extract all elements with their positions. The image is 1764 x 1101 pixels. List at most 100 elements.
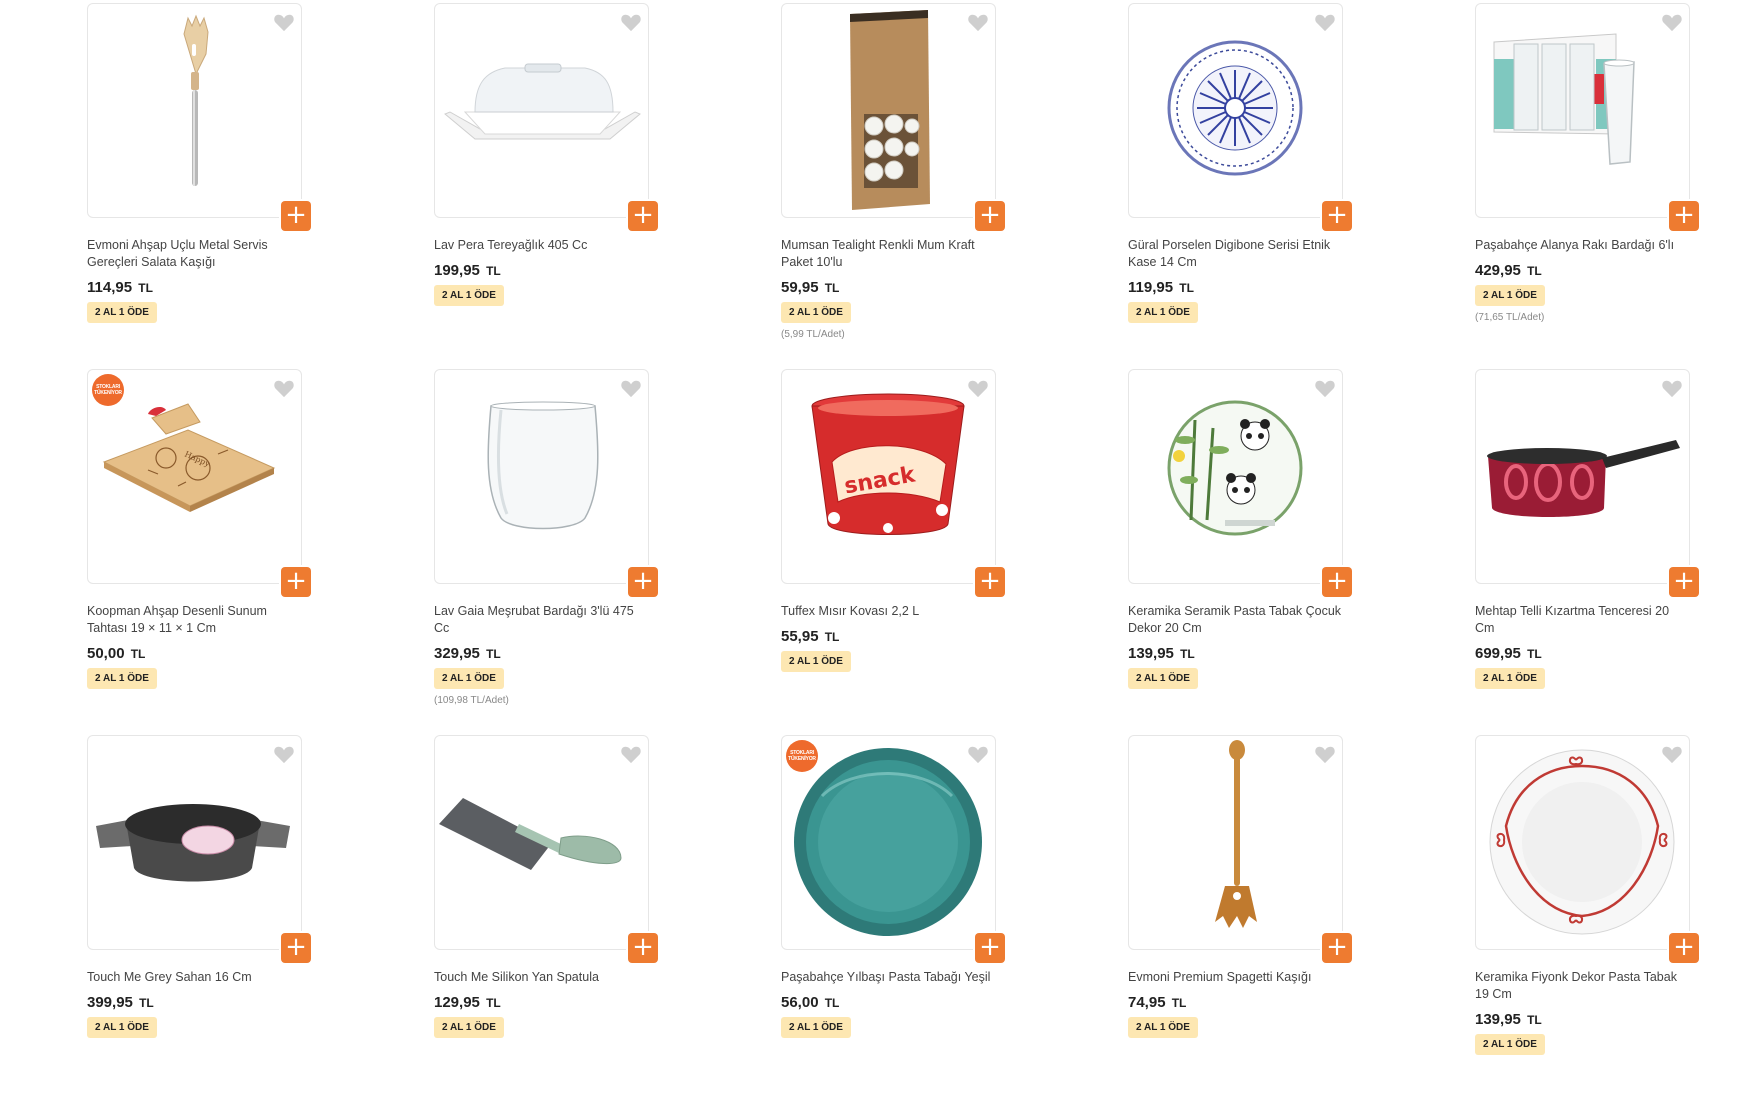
promo-badge: 2 AL 1 ÖDE <box>1475 1034 1545 1055</box>
porcelain-bowl-image <box>1167 40 1303 176</box>
heart-icon[interactable] <box>1661 378 1683 398</box>
product-title[interactable]: Mumsan Tealight Renkli Mum Kraft Paket 1… <box>781 237 996 271</box>
product-image-box[interactable]: + <box>1128 3 1352 231</box>
product-card[interactable]: + Lav Gaia Meşrubat Bardağı 3'lü 475 Cc … <box>434 369 658 735</box>
product-title[interactable]: Güral Porselen Digibone Serisi Etnik Kas… <box>1128 237 1343 271</box>
add-to-cart-button[interactable]: + <box>281 201 311 231</box>
price-value: 74,95 <box>1128 994 1166 1011</box>
heart-icon[interactable] <box>1661 744 1683 764</box>
promo-badge: 2 AL 1 ÖDE <box>1128 1017 1198 1038</box>
product-image-box[interactable]: + <box>434 369 658 597</box>
product-title[interactable]: Lav Pera Tereyağlık 405 Cc <box>434 237 649 254</box>
promo-badge: 2 AL 1 ÖDE <box>781 651 851 672</box>
add-to-cart-button[interactable]: + <box>1669 201 1699 231</box>
heart-icon[interactable] <box>1314 12 1336 32</box>
product-image-box[interactable]: + <box>1128 369 1352 597</box>
product-card[interactable]: + Mumsan Tealight Renkli Mum Kraft Paket… <box>781 3 1005 369</box>
price-currency: TL <box>138 281 153 295</box>
price-currency: TL <box>486 264 501 278</box>
product-title[interactable]: Mehtap Telli Kızartma Tenceresi 20 Cm <box>1475 603 1690 637</box>
promo-badge: 2 AL 1 ÖDE <box>434 1017 504 1038</box>
product-title[interactable]: Evmoni Premium Spagetti Kaşığı <box>1128 969 1343 986</box>
product-card[interactable]: + Keramika Fiyonk Dekor Pasta Tabak 19 C… <box>1475 735 1699 1101</box>
price-value: 699,95 <box>1475 645 1521 662</box>
product-image-box[interactable]: + <box>87 3 311 231</box>
price-value: 199,95 <box>434 262 480 279</box>
add-to-cart-button[interactable]: + <box>975 933 1005 963</box>
product-image-box[interactable]: snack + <box>781 369 1005 597</box>
product-image-box[interactable]: + <box>1128 735 1352 963</box>
product-card[interactable]: + Paşabahçe Alanya Rakı Bardağı 6'lı 429… <box>1475 3 1699 369</box>
heart-icon[interactable] <box>1314 378 1336 398</box>
price-currency: TL <box>1179 281 1194 295</box>
product-image-box[interactable]: + <box>434 3 658 231</box>
product-title[interactable]: Paşabahçe Yılbaşı Pasta Tabağı Yeşil <box>781 969 996 986</box>
raki-glasses-image <box>1493 33 1635 165</box>
promo-badge: 2 AL 1 ÖDE <box>87 1017 157 1038</box>
heart-icon[interactable] <box>273 12 295 32</box>
product-title[interactable]: Paşabahçe Alanya Rakı Bardağı 6'lı <box>1475 237 1690 254</box>
heart-icon[interactable] <box>620 12 642 32</box>
price-currency: TL <box>1180 647 1195 661</box>
product-image-box[interactable]: STOKLARI TÜKENİYOR + <box>781 735 1005 963</box>
product-title[interactable]: Touch Me Silikon Yan Spatula <box>434 969 649 986</box>
product-title[interactable]: Evmoni Ahşap Uçlu Metal Servis Gereçleri… <box>87 237 302 271</box>
heart-icon[interactable] <box>620 744 642 764</box>
add-to-cart-button[interactable]: + <box>1669 933 1699 963</box>
product-card[interactable]: + Mehtap Telli Kızartma Tenceresi 20 Cm … <box>1475 369 1699 735</box>
price-currency: TL <box>824 996 840 1010</box>
product-card[interactable]: + Lav Pera Tereyağlık 405 Cc 199,95 TL 2… <box>434 3 658 369</box>
heart-icon[interactable] <box>967 744 989 764</box>
product-price: 399,95 TL <box>87 994 302 1011</box>
add-to-cart-button[interactable]: + <box>281 933 311 963</box>
product-title[interactable]: Touch Me Grey Sahan 16 Cm <box>87 969 302 986</box>
add-to-cart-button[interactable]: + <box>1669 567 1699 597</box>
heart-icon[interactable] <box>967 378 989 398</box>
product-title[interactable]: Tuffex Mısır Kovası 2,2 L <box>781 603 996 620</box>
product-price: 55,95 TL <box>781 628 996 645</box>
add-to-cart-button[interactable]: + <box>281 567 311 597</box>
serving-board-image: Happy <box>102 403 276 512</box>
heart-icon[interactable] <box>1314 744 1336 764</box>
product-card[interactable]: + Güral Porselen Digibone Serisi Etnik K… <box>1128 3 1352 369</box>
product-card[interactable]: + Keramika Seramik Pasta Tabak Çocuk Dek… <box>1128 369 1352 735</box>
product-title[interactable]: Keramika Seramik Pasta Tabak Çocuk Dekor… <box>1128 603 1343 637</box>
product-card[interactable]: + Touch Me Silikon Yan Spatula 129,95 TL… <box>434 735 658 1101</box>
add-to-cart-button[interactable]: + <box>975 567 1005 597</box>
tealight-candle-box-image <box>850 10 930 210</box>
product-price: 139,95 TL <box>1475 1011 1690 1028</box>
add-to-cart-button[interactable]: + <box>1322 933 1352 963</box>
product-card[interactable]: Happy STOKLARI TÜKENİYOR + Koopman Ahşap… <box>87 369 311 735</box>
heart-icon[interactable] <box>620 378 642 398</box>
product-image-box[interactable]: + <box>1475 369 1699 597</box>
product-title[interactable]: Koopman Ahşap Desenli Sunum Tahtası 19 ×… <box>87 603 302 637</box>
price-value: 429,95 <box>1475 262 1521 279</box>
product-title[interactable]: Keramika Fiyonk Dekor Pasta Tabak 19 Cm <box>1475 969 1690 1003</box>
product-title[interactable]: Lav Gaia Meşrubat Bardağı 3'lü 475 Cc <box>434 603 649 637</box>
add-to-cart-button[interactable]: + <box>1322 567 1352 597</box>
heart-icon[interactable] <box>967 12 989 32</box>
product-image-box[interactable]: + <box>781 3 1005 231</box>
product-card[interactable]: snack + Tuffex Mısır Kovası 2,2 L 55,95 … <box>781 369 1005 735</box>
heart-icon[interactable] <box>273 744 295 764</box>
add-to-cart-button[interactable]: + <box>628 933 658 963</box>
product-card[interactable]: + Evmoni Ahşap Uçlu Metal Servis Gereçle… <box>87 3 311 369</box>
price-currency: TL <box>1171 996 1187 1010</box>
product-image-box[interactable]: + <box>1475 735 1699 963</box>
product-image-box[interactable]: + <box>434 735 658 963</box>
product-card[interactable]: STOKLARI TÜKENİYOR + Paşabahçe Yılbaşı P… <box>781 735 1005 1101</box>
add-to-cart-button[interactable]: + <box>975 201 1005 231</box>
product-image-box[interactable]: + <box>1475 3 1699 231</box>
product-card[interactable]: + Touch Me Grey Sahan 16 Cm 399,95 TL 2 … <box>87 735 311 1101</box>
product-image-box[interactable]: Happy STOKLARI TÜKENİYOR + <box>87 369 311 597</box>
price-value: 55,95 <box>781 628 819 645</box>
promo-badge: 2 AL 1 ÖDE <box>1475 285 1545 306</box>
add-to-cart-button[interactable]: + <box>628 567 658 597</box>
add-to-cart-button[interactable]: + <box>628 201 658 231</box>
heart-icon[interactable] <box>273 378 295 398</box>
product-card[interactable]: + Evmoni Premium Spagetti Kaşığı 74,95 T… <box>1128 735 1352 1101</box>
product-image-box[interactable]: + <box>87 735 311 963</box>
promo-badge: 2 AL 1 ÖDE <box>1128 668 1198 689</box>
heart-icon[interactable] <box>1661 12 1683 32</box>
add-to-cart-button[interactable]: + <box>1322 201 1352 231</box>
